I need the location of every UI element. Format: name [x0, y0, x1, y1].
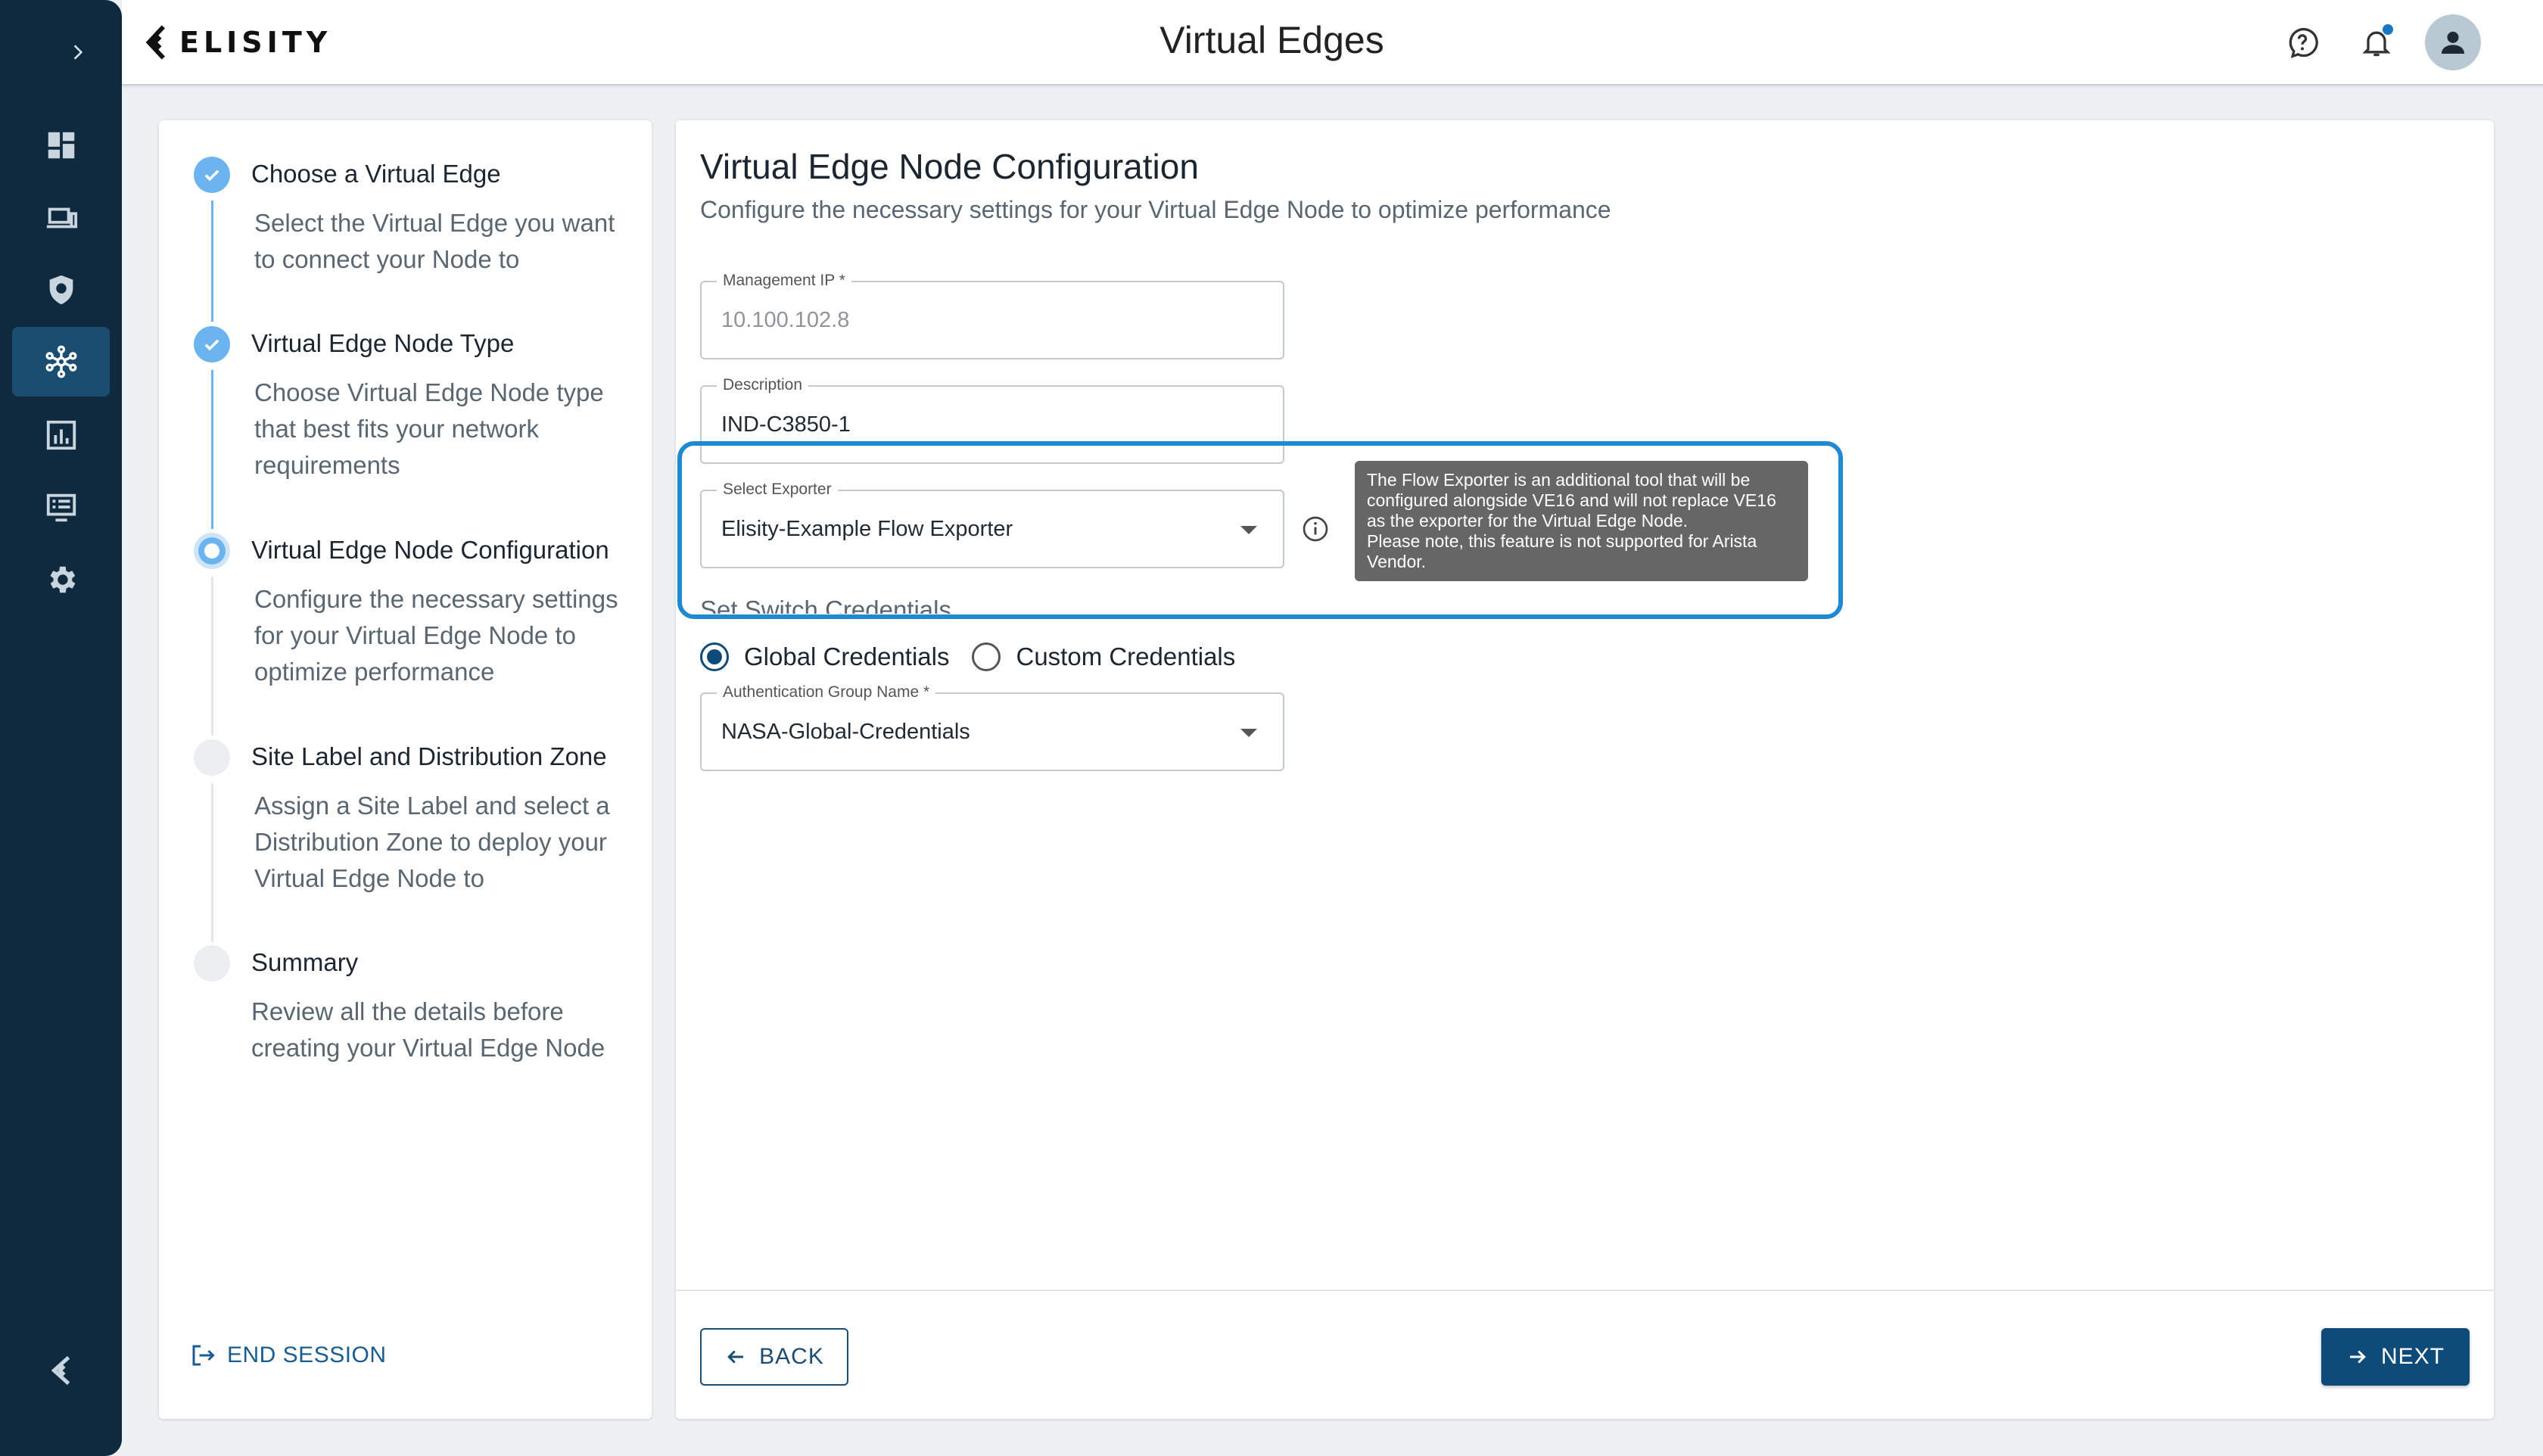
- step-complete-indicator: [194, 157, 230, 193]
- nav-home-logo[interactable]: [12, 1336, 110, 1405]
- section-subtitle: Configure the necessary settings for you…: [700, 196, 1611, 223]
- policy-shield-icon: [49, 275, 73, 305]
- management-ip-value: 10.100.102.8: [721, 308, 850, 332]
- step-title: Virtual Edge Node Type: [251, 329, 515, 357]
- step-title: Virtual Edge Node Configuration: [251, 536, 609, 564]
- end-session-button[interactable]: END SESSION: [189, 1342, 387, 1369]
- nav-dashboard[interactable]: [12, 110, 110, 180]
- nav-policies[interactable]: [12, 255, 110, 325]
- dropdown-arrow-icon: [1240, 729, 1257, 737]
- analytics-icon: [46, 420, 76, 450]
- user-icon: [2442, 31, 2464, 54]
- section-title: Virtual Edge Node Configuration: [700, 147, 1199, 186]
- back-button[interactable]: BACK: [700, 1328, 848, 1386]
- custom-credentials-label[interactable]: Custom Credentials: [1016, 642, 1235, 671]
- credentials-radio-group: Global Credentials Custom Credentials: [700, 642, 1235, 671]
- field-label: Description: [717, 376, 809, 394]
- field-label: Management IP *: [717, 272, 851, 290]
- footer-divider: [676, 1290, 2494, 1291]
- step-title: Summary: [251, 948, 359, 976]
- configuration-panel: Virtual Edge Node Configuration Configur…: [676, 120, 2494, 1419]
- notification-badge: [2383, 24, 2393, 35]
- notifications-button[interactable]: [2354, 20, 2399, 65]
- devices-icon: [46, 207, 77, 229]
- step-description: Choose Virtual Edge Node type that best …: [254, 378, 604, 479]
- step-complete-indicator: [194, 326, 230, 362]
- highlight-box: [677, 441, 1843, 619]
- wizard-stepper: Choose a Virtual Edge Select the Virtual…: [159, 120, 652, 1419]
- help-button[interactable]: [2280, 20, 2325, 65]
- dashboard-icon: [48, 132, 74, 159]
- end-session-label: END SESSION: [227, 1342, 387, 1367]
- global-credentials-label[interactable]: Global Credentials: [744, 642, 949, 671]
- step-current-indicator: [194, 533, 230, 569]
- nav-analytics[interactable]: [12, 400, 110, 470]
- check-icon: [204, 339, 219, 351]
- arrow-left-icon: [727, 1350, 744, 1364]
- step-connector: [211, 783, 213, 942]
- step-description: Review all the details before creating y…: [251, 997, 605, 1062]
- auth-group-select[interactable]: Authentication Group Name * NASA-Global-…: [700, 683, 1284, 771]
- step-connector: [211, 201, 213, 322]
- logout-icon: [192, 1345, 215, 1366]
- step-pending-indicator: [194, 739, 230, 776]
- settings-icon: [49, 566, 75, 593]
- top-header: ELISITY Virtual Edges: [122, 0, 2543, 86]
- step-title: Choose a Virtual Edge: [251, 160, 501, 188]
- nav-logs[interactable]: [12, 472, 110, 542]
- step-description: Select the Virtual Edge you want to conn…: [254, 209, 615, 273]
- nav-devices[interactable]: [12, 183, 110, 253]
- next-button[interactable]: NEXT: [2321, 1328, 2470, 1386]
- description-value: IND-C3850-1: [721, 412, 851, 437]
- network-topology-icon: [45, 345, 77, 378]
- elisity-logo-icon: [51, 1355, 70, 1386]
- nav-settings[interactable]: [12, 545, 110, 614]
- auth-group-value: NASA-Global-Credentials: [721, 720, 970, 744]
- global-credentials-radio[interactable]: [700, 642, 729, 671]
- step-connector: [211, 370, 213, 529]
- step-description: Configure the necessary settings for you…: [254, 585, 618, 686]
- step-connector: [211, 577, 213, 736]
- field-label: Authentication Group Name *: [717, 683, 936, 702]
- next-label: NEXT: [2380, 1344, 2445, 1369]
- check-icon: [204, 170, 219, 182]
- help-icon: [2289, 28, 2318, 58]
- step-description: Assign a Site Label and select a Distrib…: [254, 792, 610, 892]
- arrow-right-icon: [2349, 1350, 2366, 1364]
- step-title: Site Label and Distribution Zone: [251, 742, 607, 770]
- nav-virtual-edges[interactable]: [12, 327, 110, 397]
- step-pending-indicator: [194, 945, 230, 982]
- side-nav: [0, 0, 122, 1456]
- custom-credentials-radio[interactable]: [972, 642, 1001, 671]
- logs-icon: [46, 493, 76, 522]
- back-label: BACK: [759, 1344, 824, 1369]
- user-avatar[interactable]: [2425, 14, 2481, 70]
- management-ip-field[interactable]: Management IP * 10.100.102.8: [700, 272, 1284, 359]
- page-title: Virtual Edges: [1159, 19, 1384, 61]
